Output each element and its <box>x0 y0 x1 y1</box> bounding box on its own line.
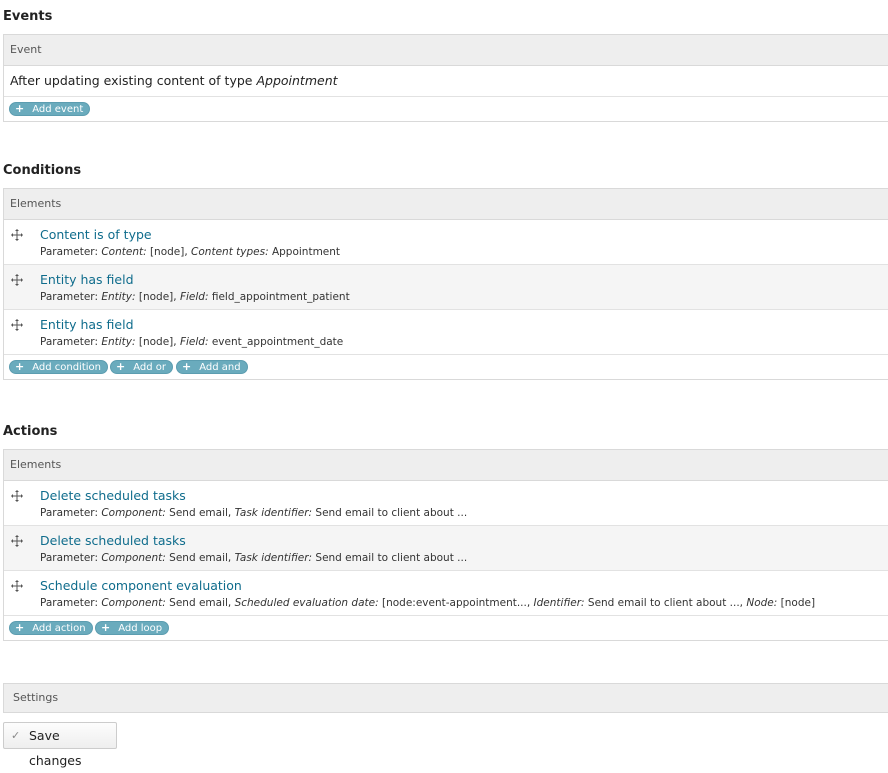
event-content-type: Appointment <box>256 73 338 88</box>
action-link[interactable]: Delete scheduled tasks <box>40 488 186 503</box>
event-row: After updating existing content of type … <box>4 66 888 97</box>
action-row: Delete scheduled tasks Parameter: Compon… <box>4 481 888 526</box>
condition-params: Parameter: Entity: [node], Field: field_… <box>40 291 350 303</box>
save-changes-label: Save changes <box>29 728 82 768</box>
condition-link[interactable]: Entity has field <box>40 317 134 332</box>
add-event-button[interactable]: + Add event <box>9 102 91 116</box>
conditions-header: Elements <box>4 189 888 220</box>
drag-handle-icon[interactable] <box>11 535 23 547</box>
actions-title: Actions <box>3 424 58 439</box>
drag-handle-icon[interactable] <box>11 580 23 592</box>
save-changes-button[interactable]: ✓ Save changes <box>3 722 117 768</box>
events-table: Event After updating existing content of… <box>3 34 888 122</box>
events-title: Events <box>3 9 53 24</box>
condition-row: Content is of type Parameter: Content: [… <box>4 220 888 265</box>
settings-fieldset[interactable]: Settings <box>3 683 888 713</box>
action-params: Parameter: Component: Send email, Schedu… <box>40 597 816 609</box>
drag-handle-icon[interactable] <box>11 229 23 241</box>
add-action-button[interactable]: + Add action <box>9 621 93 635</box>
drag-handle-icon[interactable] <box>11 274 23 286</box>
events-header: Event <box>4 35 888 66</box>
condition-link[interactable]: Content is of type <box>40 227 152 242</box>
condition-row: Entity has field Parameter: Entity: [nod… <box>4 310 888 355</box>
conditions-table: Elements Content is of type Parameter: C… <box>3 188 888 380</box>
action-link[interactable]: Delete scheduled tasks <box>40 533 186 548</box>
condition-params: Parameter: Content: [node], Content type… <box>40 246 341 258</box>
actions-table: Elements Delete scheduled tasks Paramete… <box>3 449 888 641</box>
drag-handle-icon[interactable] <box>11 319 23 331</box>
drag-handle-icon[interactable] <box>11 490 23 502</box>
add-loop-button[interactable]: + Add loop <box>95 621 170 635</box>
condition-link[interactable]: Entity has field <box>40 272 134 287</box>
condition-params: Parameter: Entity: [node], Field: event_… <box>40 336 344 348</box>
condition-row: Entity has field Parameter: Entity: [nod… <box>4 265 888 310</box>
action-row: Delete scheduled tasks Parameter: Compon… <box>4 526 888 571</box>
action-params: Parameter: Component: Send email, Task i… <box>40 507 468 519</box>
action-row: Schedule component evaluation Parameter:… <box>4 571 888 616</box>
add-or-button[interactable]: + Add or <box>110 360 173 374</box>
check-icon: ✓ <box>11 729 21 742</box>
action-link[interactable]: Schedule component evaluation <box>40 578 242 593</box>
action-params: Parameter: Component: Send email, Task i… <box>40 552 468 564</box>
conditions-title: Conditions <box>3 163 82 178</box>
add-and-button[interactable]: + Add and <box>176 360 248 374</box>
actions-header: Elements <box>4 450 888 481</box>
event-text: After updating existing content of type <box>10 73 253 88</box>
add-condition-button[interactable]: + Add condition <box>9 360 108 374</box>
